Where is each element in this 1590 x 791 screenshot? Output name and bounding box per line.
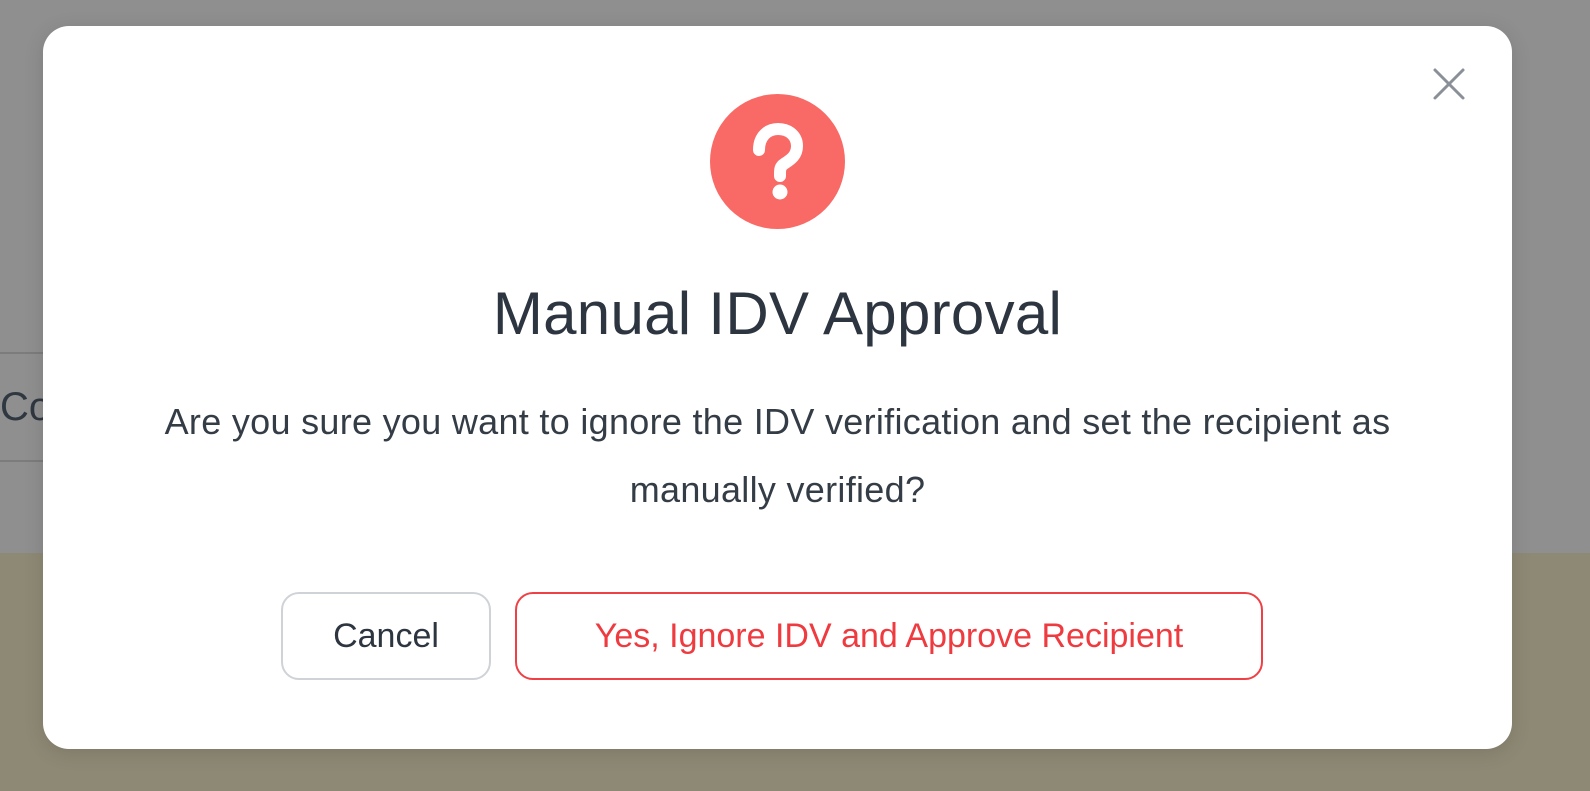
question-mark-icon	[710, 94, 845, 229]
dialog-title: Manual IDV Approval	[492, 280, 1063, 347]
approve-recipient-button[interactable]: Yes, Ignore IDV and Approve Recipient	[515, 592, 1263, 680]
cancel-button[interactable]: Cancel	[281, 592, 491, 680]
confirm-dialog: Manual IDV Approval Are you sure you wan…	[43, 26, 1512, 749]
page: Co Manual IDV Approval Are you sure you …	[0, 0, 1590, 791]
close-icon	[1433, 68, 1465, 100]
dialog-message: Are you sure you want to ignore the IDV …	[164, 401, 1391, 510]
close-button[interactable]	[1429, 64, 1469, 104]
